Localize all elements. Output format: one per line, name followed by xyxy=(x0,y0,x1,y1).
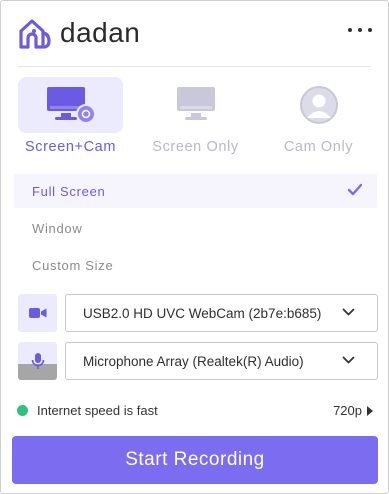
caret-right-icon xyxy=(367,405,373,416)
dot xyxy=(368,28,372,32)
dot xyxy=(348,28,352,32)
microphone-row: Microphone Array (Realtek(R) Audio) xyxy=(18,342,378,380)
status-text: Internet speed is fast xyxy=(37,403,158,418)
dadan-logo-icon xyxy=(19,19,51,49)
video-camera-icon xyxy=(28,308,46,318)
option-full-screen[interactable]: Full Screen xyxy=(14,174,377,208)
camera-select-value: USB2.0 HD UVC WebCam (2b7e:b685) xyxy=(83,305,322,321)
mode-cam-only[interactable]: Cam Only xyxy=(266,77,371,157)
app-logo: dadan xyxy=(18,17,140,49)
more-options-icon[interactable] xyxy=(348,23,372,37)
start-recording-button[interactable]: Start Recording xyxy=(12,436,378,484)
chevron-down-icon xyxy=(342,356,355,364)
option-window[interactable]: Window xyxy=(14,211,377,245)
camera-select[interactable]: USB2.0 HD UVC WebCam (2b7e:b685) xyxy=(65,294,378,332)
mode-screen-cam[interactable]: Screen+Cam xyxy=(18,77,123,157)
mode-icon-box xyxy=(266,77,371,133)
mode-icon-box xyxy=(143,77,248,133)
option-label: Custom Size xyxy=(32,257,114,273)
microphone-toggle[interactable] xyxy=(18,342,57,380)
camera-row: USB2.0 HD UVC WebCam (2b7e:b685) xyxy=(18,294,378,332)
quality-selector[interactable]: 720p xyxy=(333,403,373,418)
dot xyxy=(358,28,362,32)
mode-label: Cam Only xyxy=(283,139,354,155)
camera-toggle[interactable] xyxy=(18,294,57,332)
mode-label: Screen Only xyxy=(152,139,239,155)
mode-label: Screen+Cam xyxy=(24,139,117,155)
microphone-select[interactable]: Microphone Array (Realtek(R) Audio) xyxy=(65,342,378,380)
capture-area-list: Full Screen Window Custom Size xyxy=(14,174,377,285)
recording-mode-selector: Screen+Cam Screen Only Cam Only xyxy=(18,77,373,161)
quality-value: 720p xyxy=(333,403,362,418)
option-custom-size[interactable]: Custom Size xyxy=(14,248,377,282)
recorder-panel: dadan Screen+Cam Screen Only Cam Only Fu… xyxy=(0,0,389,494)
mode-icon-box xyxy=(18,77,123,133)
option-label: Full Screen xyxy=(32,183,106,199)
header-divider xyxy=(18,66,371,67)
app-name: dadan xyxy=(60,17,141,48)
connection-status: Internet speed is fast 720p xyxy=(17,402,373,422)
checkmark-icon xyxy=(347,183,363,196)
monitor-cam-icon xyxy=(46,87,96,124)
user-avatar-icon xyxy=(299,86,338,124)
microphone-select-value: Microphone Array (Realtek(R) Audio) xyxy=(83,353,304,369)
header: dadan xyxy=(18,13,372,53)
mode-screen-only[interactable]: Screen Only xyxy=(143,77,248,157)
chevron-down-icon xyxy=(342,308,355,316)
status-indicator-icon xyxy=(17,405,28,416)
option-label: Window xyxy=(32,220,83,236)
microphone-icon xyxy=(31,353,44,369)
monitor-icon xyxy=(176,87,215,120)
